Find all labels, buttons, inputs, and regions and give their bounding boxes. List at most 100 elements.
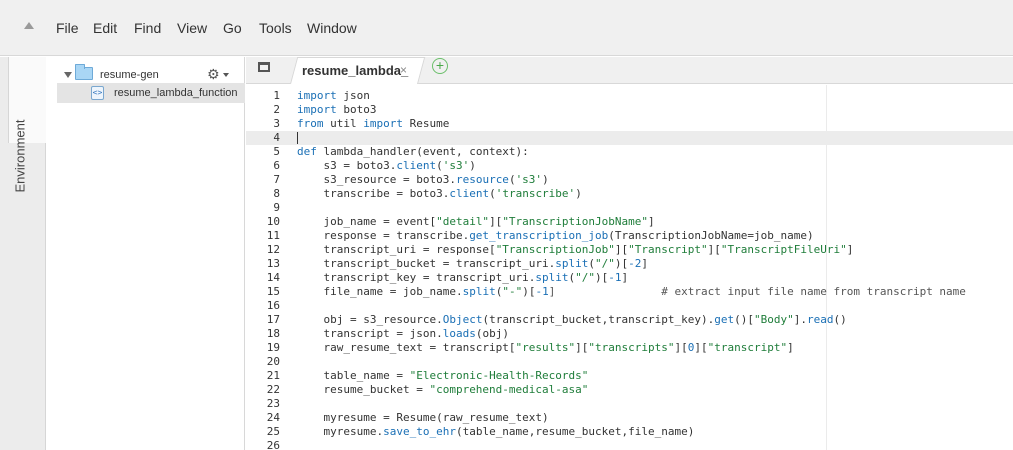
code-line[interactable]: 25 myresume.save_to_ehr(table_name,resum… (246, 425, 1013, 439)
folder-icon (75, 64, 93, 80)
menu-go[interactable]: Go (223, 20, 242, 36)
code-line[interactable]: 11 response = transcribe.get_transcripti… (246, 229, 1013, 243)
line-number: 9 (273, 201, 280, 214)
line-number: 24 (266, 411, 280, 424)
line-number: 3 (273, 117, 280, 130)
code-text: import boto3 (297, 103, 377, 116)
file-tree: resume-gen ⚙ <> resume_lambda_function (47, 57, 245, 450)
code-text: resume_bucket = "comprehend-medical-asa" (297, 383, 589, 396)
menu-tools[interactable]: Tools (259, 20, 292, 36)
line-number: 20 (266, 355, 280, 368)
line-number: 25 (266, 425, 280, 438)
code-text: transcribe = boto3.client('transcribe') (297, 187, 582, 200)
menu-file[interactable]: File (56, 20, 79, 36)
code-text: table_name = "Electronic-Health-Records" (297, 369, 589, 382)
code-line[interactable]: 26 (246, 439, 1013, 450)
line-number: 23 (266, 397, 280, 410)
code-text: from util import Resume (297, 117, 450, 130)
line-number: 14 (266, 271, 280, 284)
code-file-icon: <> (91, 86, 104, 100)
menu-view[interactable]: View (177, 20, 207, 36)
code-text: myresume.save_to_ehr(table_name,resume_b… (297, 425, 695, 438)
code-line[interactable]: 21 table_name = "Electronic-Health-Recor… (246, 369, 1013, 383)
code-text: import json (297, 89, 370, 102)
code-line[interactable]: 13 transcript_bucket = transcript_uri.sp… (246, 257, 1013, 271)
code-text: file_name = job_name.split("-")[-1] # ex… (297, 285, 966, 298)
line-number: 18 (266, 327, 280, 340)
code-line[interactable]: 1 import json (246, 89, 1013, 103)
line-number: 26 (266, 439, 280, 450)
line-number: 7 (273, 173, 280, 186)
code-text: myresume = Resume(raw_resume_text) (297, 411, 549, 424)
code-text: s3 = boto3.client('s3') (297, 159, 476, 172)
environment-label: Environment (12, 119, 28, 193)
line-number: 21 (266, 369, 280, 382)
menu-window[interactable]: Window (307, 20, 357, 36)
code-line[interactable]: 17 obj = s3_resource.Object(transcript_b… (246, 313, 1013, 327)
menu-bar: File Edit Find View Go Tools Window (0, 0, 1013, 56)
menu-edit[interactable]: Edit (93, 20, 117, 36)
code-line[interactable]: 19 raw_resume_text = transcript["results… (246, 341, 1013, 355)
file-list-icon[interactable] (258, 62, 270, 72)
code-text: response = transcribe.get_transcription_… (297, 229, 814, 242)
code-line[interactable]: 12 transcript_uri = response["Transcript… (246, 243, 1013, 257)
line-number: 1 (273, 89, 280, 102)
line-number: 12 (266, 243, 280, 256)
code-line[interactable]: 2 import boto3 (246, 103, 1013, 117)
code-line[interactable]: 16 (246, 299, 1013, 313)
project-row[interactable]: resume-gen ⚙ (47, 61, 245, 83)
code-line[interactable]: 5 def lambda_handler(event, context): (246, 145, 1013, 159)
line-number: 6 (273, 159, 280, 172)
project-name: resume-gen (100, 69, 159, 81)
code-text: transcript_uri = response["Transcription… (297, 243, 854, 256)
code-text: job_name = event["detail"]["Transcriptio… (297, 215, 655, 228)
code-line[interactable]: 23 (246, 397, 1013, 411)
line-number: 2 (273, 103, 280, 116)
add-tab-icon[interactable]: + (432, 58, 448, 74)
code-text: def lambda_handler(event, context): (297, 145, 529, 158)
code-text: obj = s3_resource.Object(transcript_buck… (297, 313, 847, 326)
code-text: raw_resume_text = transcript["results"][… (297, 341, 794, 354)
line-number: 8 (273, 187, 280, 200)
collapse-arrow-icon[interactable] (24, 22, 34, 29)
code-text: transcript_key = transcript_uri.split("/… (297, 271, 629, 284)
line-number: 10 (266, 215, 280, 228)
line-number: 4 (273, 131, 280, 144)
code-line[interactable]: 18 transcript = json.loads(obj) (246, 327, 1013, 341)
code-line[interactable]: 15 file_name = job_name.split("-")[-1] #… (246, 285, 1013, 299)
line-number: 15 (266, 285, 280, 298)
chevron-down-icon[interactable] (223, 73, 229, 77)
code-line[interactable]: 9 (246, 201, 1013, 215)
close-icon[interactable]: × (400, 63, 407, 77)
code-line[interactable]: 10 job_name = event["detail"]["Transcrip… (246, 215, 1013, 229)
line-number: 16 (266, 299, 280, 312)
expand-caret-icon[interactable] (64, 72, 72, 78)
tab-bar: resume_lambda_ × + (246, 57, 1013, 84)
text-cursor (297, 132, 298, 144)
code-text: transcript_bucket = transcript_uri.split… (297, 257, 649, 270)
code-line[interactable]: 24 myresume = Resume(raw_resume_text) (246, 411, 1013, 425)
code-line[interactable]: 14 transcript_key = transcript_uri.split… (246, 271, 1013, 285)
code-lines[interactable]: 1 import json 2 import boto3 3 from util impo… (246, 89, 1013, 450)
file-name: resume_lambda_function (114, 87, 238, 99)
menu-find[interactable]: Find (134, 20, 161, 36)
line-number: 22 (266, 383, 280, 396)
code-line[interactable]: 3 from util import Resume (246, 117, 1013, 131)
line-number: 11 (266, 229, 280, 242)
gear-icon[interactable]: ⚙ (207, 66, 220, 83)
line-number: 13 (266, 257, 280, 270)
code-line[interactable]: 7 s3_resource = boto3.resource('s3') (246, 173, 1013, 187)
code-line[interactable]: 6 s3 = boto3.client('s3') (246, 159, 1013, 173)
code-line[interactable]: 22 resume_bucket = "comprehend-medical-a… (246, 383, 1013, 397)
code-line[interactable]: 20 (246, 355, 1013, 369)
tree-file-item[interactable]: <> resume_lambda_function (57, 83, 245, 103)
tab-label[interactable]: resume_lambda_ (302, 63, 408, 78)
code-text: s3_resource = boto3.resource('s3') (297, 173, 549, 186)
code-line[interactable]: 4 (246, 131, 1013, 145)
code-line[interactable]: 8 transcribe = boto3.client('transcribe'… (246, 187, 1013, 201)
line-number: 17 (266, 313, 280, 326)
side-strip: Environment (0, 57, 46, 450)
line-number: 5 (273, 145, 280, 158)
code-editor[interactable]: 1 import json 2 import boto3 3 from util impo… (246, 85, 1013, 450)
code-text: transcript = json.loads(obj) (297, 327, 509, 340)
